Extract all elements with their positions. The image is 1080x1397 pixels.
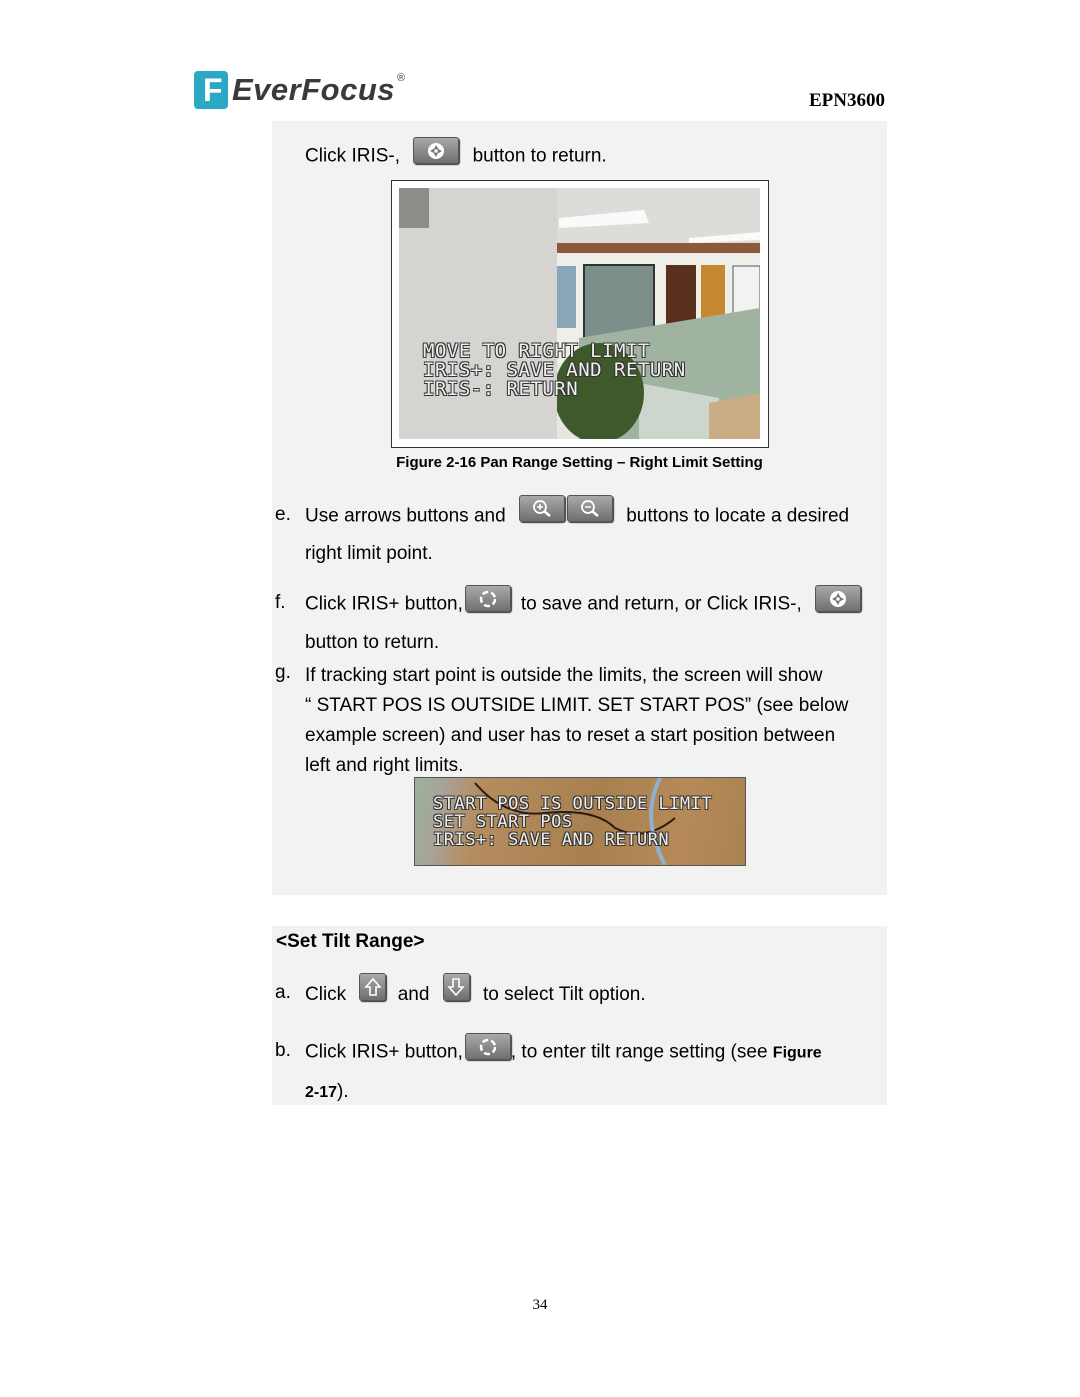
- office-scene: [399, 188, 760, 439]
- example-osd-screen: START POS IS OUTSIDE LIMIT SET START POS I…: [414, 777, 746, 866]
- step-f-marker: f.: [275, 592, 286, 613]
- intro-line: Click IRIS-, button to return.: [305, 137, 607, 170]
- step-g-text: If tracking start point is outside the l…: [305, 665, 849, 776]
- arrow-up-icon: [364, 977, 382, 996]
- aperture-open-icon: [479, 1038, 497, 1055]
- step-b-marker: b.: [275, 1040, 291, 1061]
- zoom-out-icon: [581, 499, 599, 517]
- figure-reference-number[interactable]: 2-17: [305, 1084, 337, 1101]
- step-f-line2: button to return.: [305, 632, 440, 653]
- step-g-marker: g.: [275, 662, 291, 683]
- aperture-open-icon: [479, 590, 497, 607]
- brand-name: EverFocus: [232, 72, 396, 107]
- step-e-line1: Use arrows buttons and buttons to locate…: [305, 495, 849, 530]
- iris-minus-button[interactable]: [413, 137, 460, 164]
- logo-mark-icon: F: [194, 71, 228, 109]
- registered-mark: ®: [397, 72, 406, 84]
- step-e-line2: right limit point.: [305, 543, 433, 564]
- iris-minus-button[interactable]: [815, 585, 862, 612]
- page-number: 34: [532, 1297, 548, 1313]
- tilt-up-button[interactable]: [359, 973, 387, 1001]
- example-osd-text: START POS IS OUTSIDE LIMIT SET START POS I…: [433, 794, 713, 850]
- aperture-icon: [830, 590, 847, 607]
- zoom-out-button[interactable]: [566, 495, 613, 522]
- figure-caption: Figure 2-16 Pan Range Setting – Right Li…: [396, 454, 763, 471]
- figure-2-16-image: MOVE TO RIGHT LIMIT IRIS+: SAVE AND RETUR…: [391, 180, 769, 448]
- everfocus-logo: F EverFocus ®: [194, 70, 405, 110]
- step-a-marker: a.: [275, 982, 291, 1003]
- aperture-icon: [428, 142, 445, 159]
- step-b-line: Click IRIS+ button, , to enter tilt rang…: [305, 1033, 822, 1066]
- arrow-down-icon: [447, 978, 465, 997]
- section-heading: <Set Tilt Range>: [276, 931, 425, 952]
- step-a-line: Click and to select Tilt option.: [305, 973, 646, 1009]
- camera-view: MOVE TO RIGHT LIMIT IRIS+: SAVE AND RETUR…: [399, 188, 760, 439]
- osd-overlay: MOVE TO RIGHT LIMIT IRIS+: SAVE AND RETUR…: [423, 340, 686, 400]
- zoom-in-button[interactable]: [518, 495, 565, 522]
- step-e-marker: e.: [275, 504, 291, 525]
- model-number: EPN3600: [809, 90, 885, 111]
- step-b-line2: 2-17).: [305, 1081, 349, 1102]
- tilt-down-button[interactable]: [442, 973, 470, 1001]
- iris-plus-button[interactable]: [464, 1033, 511, 1060]
- step-f-line1: Click IRIS+ button, to save and return, …: [305, 585, 862, 618]
- zoom-in-icon: [533, 499, 551, 517]
- iris-plus-button[interactable]: [464, 585, 511, 612]
- figure-reference[interactable]: Figure: [773, 1045, 822, 1062]
